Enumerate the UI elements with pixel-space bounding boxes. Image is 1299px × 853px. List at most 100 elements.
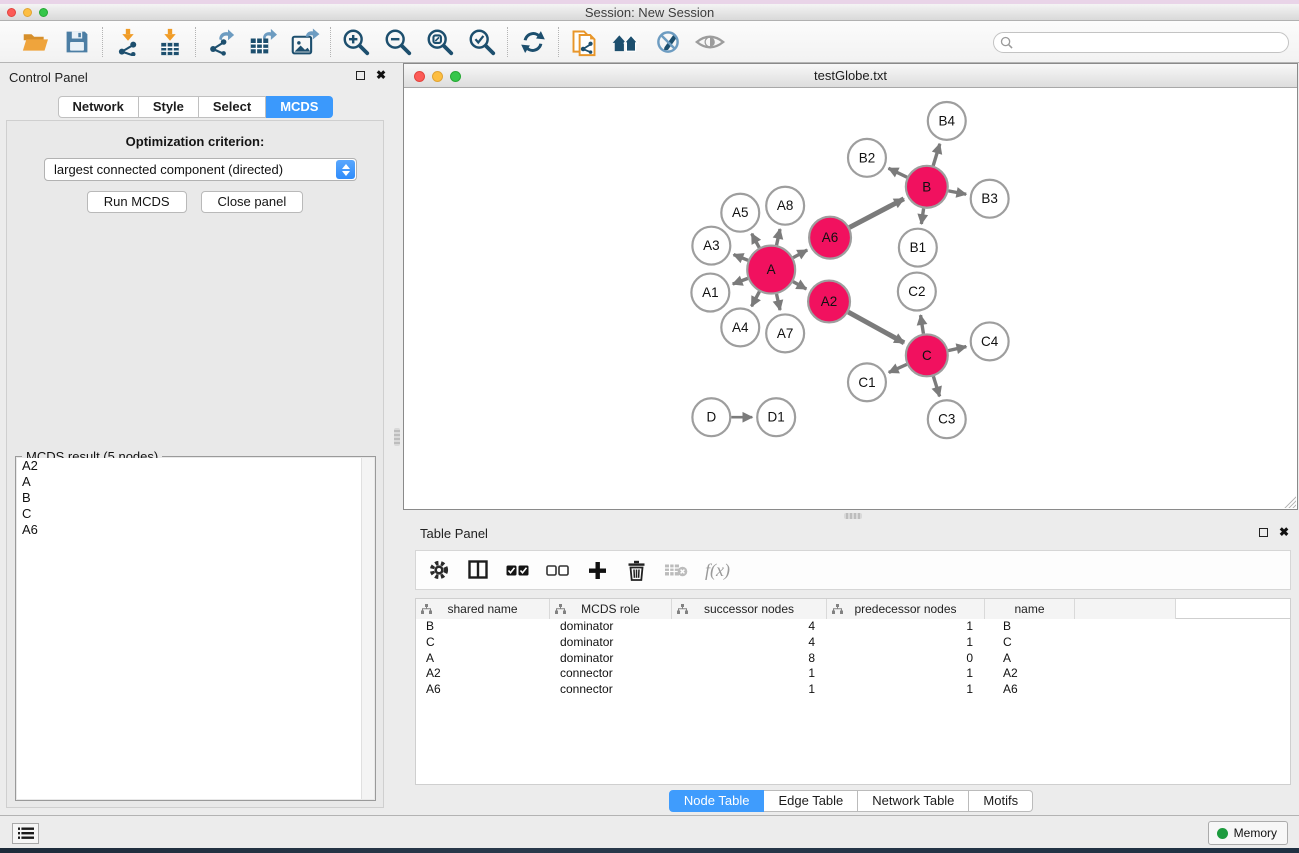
edge-C-C3[interactable] [933, 376, 939, 396]
task-history-button[interactable] [12, 823, 39, 844]
node-C3[interactable]: C3 [928, 400, 966, 438]
edge-A-A7[interactable] [777, 294, 781, 310]
tab-mcds[interactable]: MCDS [266, 96, 333, 118]
column-header-name[interactable]: name [985, 599, 1075, 619]
result-item[interactable]: A2 [17, 458, 374, 474]
cell[interactable]: dominator [550, 651, 672, 667]
node-C4[interactable]: C4 [971, 322, 1009, 360]
zoom-fit-icon[interactable] [425, 27, 455, 57]
network-graph[interactable]: AA1A3A5A8A4A7A6A2BB1B2B3B4CC1C2C3C4DD1 [404, 89, 1297, 509]
node-A6[interactable]: A6 [809, 217, 851, 259]
tab-style[interactable]: Style [139, 96, 199, 118]
tab-network[interactable]: Network [58, 96, 139, 118]
annotation-off-icon[interactable] [653, 27, 683, 57]
column-header-predecessor-nodes[interactable]: predecessor nodes [827, 599, 985, 619]
cell[interactable]: dominator [550, 619, 672, 635]
node-A8[interactable]: A8 [766, 187, 804, 225]
criterion-dropdown[interactable]: largest connected component (directed) [44, 158, 357, 181]
cell[interactable]: 4 [672, 635, 827, 651]
edge-A2-C[interactable] [848, 312, 904, 343]
cell[interactable]: dominator [550, 635, 672, 651]
cell[interactable]: A2 [416, 666, 550, 682]
node-A4[interactable]: A4 [721, 308, 759, 346]
open-session-icon[interactable] [20, 27, 50, 57]
edge-B-B3[interactable] [948, 191, 966, 194]
node-C2[interactable]: C2 [898, 273, 936, 311]
node-D1[interactable]: D1 [757, 398, 795, 436]
cell[interactable]: 1 [827, 635, 985, 651]
unselect-all-icon[interactable] [546, 558, 569, 582]
node-A5[interactable]: A5 [721, 194, 759, 232]
resize-grip-icon[interactable] [1282, 494, 1296, 508]
clone-network-icon[interactable] [569, 27, 599, 57]
float-table-panel-icon[interactable] [1259, 528, 1268, 537]
splitter-grip[interactable] [394, 428, 400, 446]
export-image-icon[interactable] [290, 27, 320, 57]
edge-A-A8[interactable] [777, 229, 781, 245]
cell[interactable]: 1 [827, 666, 985, 682]
column-header-successor-nodes[interactable]: successor nodes [672, 599, 827, 619]
edge-C-C4[interactable] [948, 347, 966, 351]
edge-A-A2[interactable] [793, 282, 806, 289]
result-item[interactable]: A [17, 474, 374, 490]
cell[interactable]: 1 [672, 666, 827, 682]
node-B[interactable]: B [906, 166, 948, 208]
select-all-icon[interactable] [506, 558, 529, 582]
import-network-icon[interactable] [113, 27, 143, 57]
tab-node-table[interactable]: Node Table [669, 790, 765, 812]
edge-B-B1[interactable] [921, 208, 923, 223]
edge-A-A5[interactable] [752, 234, 760, 248]
settings-gear-icon[interactable] [428, 558, 450, 582]
tab-select[interactable]: Select [199, 96, 266, 118]
zoom-selected-icon[interactable] [467, 27, 497, 57]
node-B3[interactable]: B3 [971, 180, 1009, 218]
edge-B-B4[interactable] [933, 144, 940, 166]
result-item[interactable]: A6 [17, 522, 374, 538]
node-A2[interactable]: A2 [808, 281, 850, 323]
node-B1[interactable]: B1 [899, 229, 937, 267]
table-row[interactable]: A2connector11A2 [416, 666, 1290, 682]
edge-A-A3[interactable] [734, 255, 748, 261]
node-A7[interactable]: A7 [766, 314, 804, 352]
node-C1[interactable]: C1 [848, 363, 886, 401]
cell[interactable]: 1 [827, 682, 985, 698]
tab-motifs[interactable]: Motifs [969, 790, 1033, 812]
export-table-icon[interactable] [248, 27, 278, 57]
splitter-grip[interactable] [844, 513, 862, 519]
node-B4[interactable]: B4 [928, 102, 966, 140]
add-row-icon[interactable] [586, 558, 608, 582]
export-network-icon[interactable] [206, 27, 236, 57]
cell[interactable]: connector [550, 666, 672, 682]
run-mcds-button[interactable]: Run MCDS [87, 191, 187, 213]
node-A1[interactable]: A1 [691, 274, 729, 312]
cell[interactable]: A2 [985, 666, 1075, 682]
cell[interactable]: A [985, 651, 1075, 667]
horizontal-splitter[interactable] [403, 510, 1299, 522]
cell[interactable]: C [416, 635, 550, 651]
cell[interactable]: A [416, 651, 550, 667]
result-item[interactable]: C [17, 506, 374, 522]
table-row[interactable]: A6connector11A6 [416, 682, 1290, 698]
node-B2[interactable]: B2 [848, 139, 886, 177]
cell[interactable]: B [416, 619, 550, 635]
cell[interactable]: A6 [985, 682, 1075, 698]
search-input[interactable] [993, 32, 1289, 53]
column-header-shared-name[interactable]: shared name [416, 599, 550, 619]
cell[interactable]: C [985, 635, 1075, 651]
tab-network-table[interactable]: Network Table [858, 790, 969, 812]
edge-A-A4[interactable] [752, 292, 760, 307]
close-panel-button[interactable]: Close panel [201, 191, 304, 213]
network-canvas[interactable]: AA1A3A5A8A4A7A6A2BB1B2B3B4CC1C2C3C4DD1 [404, 89, 1297, 509]
edge-C-C2[interactable] [921, 315, 924, 334]
cell[interactable]: A6 [416, 682, 550, 698]
refresh-icon[interactable] [518, 27, 548, 57]
result-item[interactable]: B [17, 490, 374, 506]
close-panel-icon[interactable]: ✖ [376, 67, 386, 83]
edge-C-C1[interactable] [889, 364, 907, 372]
result-scrollbar[interactable] [361, 458, 374, 799]
cell[interactable]: connector [550, 682, 672, 698]
show-hide-icon[interactable] [695, 27, 725, 57]
close-table-panel-icon[interactable]: ✖ [1279, 524, 1289, 540]
node-A3[interactable]: A3 [692, 227, 730, 265]
node-D[interactable]: D [692, 398, 730, 436]
